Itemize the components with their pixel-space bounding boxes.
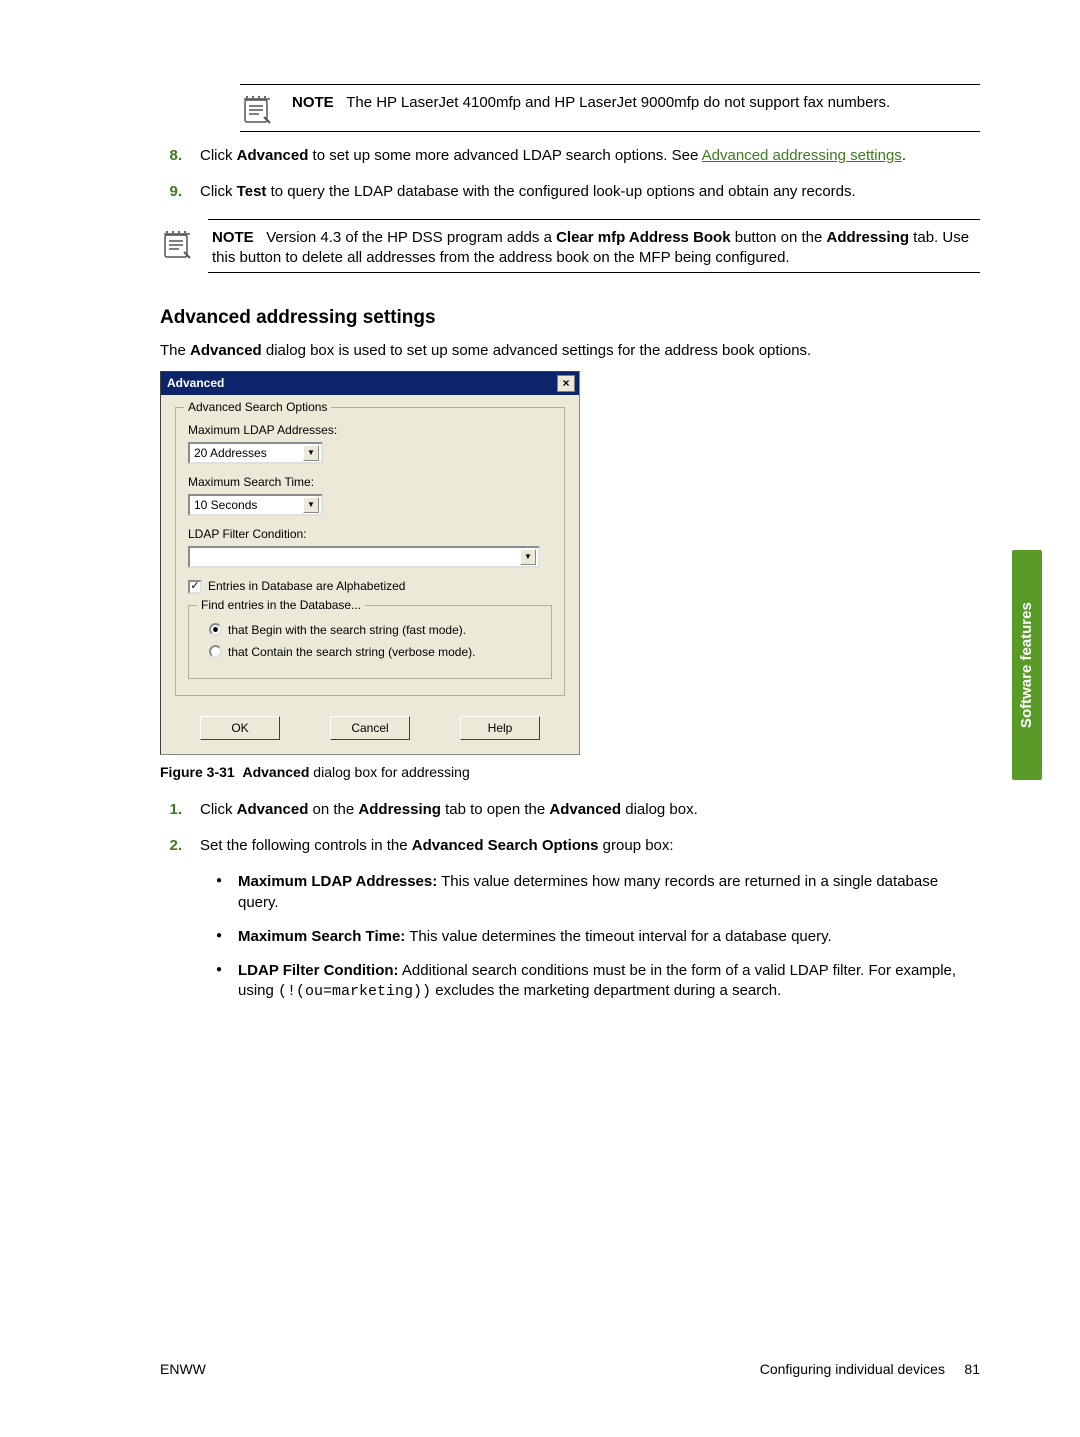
cancel-button[interactable]: Cancel <box>330 716 410 740</box>
radio-contain[interactable]: that Contain the search string (verbose … <box>201 644 539 660</box>
radio-label: that Contain the search string (verbose … <box>228 644 475 660</box>
note-block-top: NOTE The HP LaserJet 4100mfp and HP Lase… <box>240 84 980 132</box>
step-number: 9. <box>160 182 182 202</box>
numbered-steps-top: 8. Click Advanced to set up some more ad… <box>160 146 980 203</box>
dialog-buttons: OK Cancel Help <box>175 712 565 740</box>
divider <box>240 84 980 85</box>
bullet-max-time: Maximum Search Time: This value determin… <box>216 927 980 947</box>
divider <box>208 272 980 273</box>
document-page: Software features NOTE The HP LaserJet 4… <box>0 0 1080 1437</box>
footer-section: Configuring individual devices <box>760 1361 945 1377</box>
step-8: 8. Click Advanced to set up some more ad… <box>160 146 980 166</box>
divider <box>240 131 980 132</box>
note-text: The HP LaserJet 4100mfp and HP LaserJet … <box>346 94 890 111</box>
chevron-down-icon[interactable]: ▼ <box>303 445 319 461</box>
combo-max-time[interactable]: 10 Seconds ▼ <box>188 494 323 516</box>
note-label: NOTE <box>212 229 254 246</box>
page-footer: ENWW Configuring individual devices 81 <box>160 1360 980 1379</box>
radio-begin-with[interactable]: that Begin with the search string (fast … <box>201 622 539 638</box>
close-icon[interactable]: × <box>557 375 575 392</box>
figure-caption: Figure 3-31 Advanced dialog box for addr… <box>160 763 980 782</box>
page-number: 81 <box>964 1361 980 1377</box>
step-number: 8. <box>160 146 182 166</box>
bullet-filter: LDAP Filter Condition: Additional search… <box>216 961 980 1003</box>
heading-advanced-addressing: Advanced addressing settings <box>160 305 980 331</box>
label-max-time: Maximum Search Time: <box>188 474 552 490</box>
combo-filter[interactable]: ▼ <box>188 546 540 568</box>
combo-value: 20 Addresses <box>194 445 267 461</box>
note-icon <box>240 93 274 127</box>
chevron-down-icon[interactable]: ▼ <box>303 497 319 513</box>
combo-value: 10 Seconds <box>194 497 257 513</box>
radio-icon[interactable] <box>209 645 222 658</box>
checkbox-label: Entries in Database are Alphabetized <box>208 578 405 594</box>
bullet-list: Maximum LDAP Addresses: This value deter… <box>160 872 980 1002</box>
checkbox-icon[interactable]: ✓ <box>188 580 202 594</box>
step-number: 1. <box>160 800 182 820</box>
bullet-max-ldap: Maximum LDAP Addresses: This value deter… <box>216 872 980 913</box>
section-tab-label: Software features <box>1017 602 1037 728</box>
footer-left: ENWW <box>160 1360 206 1379</box>
radio-label: that Begin with the search string (fast … <box>228 622 466 638</box>
numbered-steps-bottom: 1. Click Advanced on the Addressing tab … <box>160 800 980 857</box>
label-max-ldap: Maximum LDAP Addresses: <box>188 422 552 438</box>
advanced-dialog: Advanced × Advanced Search Options Maxim… <box>160 371 580 755</box>
step-2: 2. Set the following controls in the Adv… <box>160 836 980 856</box>
group-find-entries: Find entries in the Database... that Beg… <box>188 605 552 679</box>
combo-max-ldap[interactable]: 20 Addresses ▼ <box>188 442 323 464</box>
label-filter: LDAP Filter Condition: <box>188 526 552 542</box>
note-block-mid: NOTE Version 4.3 of the HP DSS program a… <box>160 219 980 274</box>
group-legend: Find entries in the Database... <box>197 597 365 613</box>
chevron-down-icon[interactable]: ▼ <box>520 549 536 565</box>
step-1: 1. Click Advanced on the Addressing tab … <box>160 800 980 820</box>
dialog-title: Advanced <box>167 375 224 391</box>
note-icon <box>160 228 194 262</box>
dialog-titlebar[interactable]: Advanced × <box>161 372 579 395</box>
checkbox-alphabetized[interactable]: ✓ Entries in Database are Alphabetized <box>188 578 552 594</box>
section-tab-software-features: Software features <box>1012 550 1042 780</box>
divider <box>208 219 980 220</box>
code-sample: (!(ou=marketing)) <box>278 983 431 1000</box>
ok-button[interactable]: OK <box>200 716 280 740</box>
group-advanced-search-options: Advanced Search Options Maximum LDAP Add… <box>175 407 565 696</box>
intro-paragraph: The Advanced dialog box is used to set u… <box>160 341 980 361</box>
step-9: 9. Click Test to query the LDAP database… <box>160 182 980 202</box>
note-label: NOTE <box>292 94 334 111</box>
step-number: 2. <box>160 836 182 856</box>
radio-icon[interactable] <box>209 623 222 636</box>
group-legend: Advanced Search Options <box>184 399 331 415</box>
link-advanced-addressing[interactable]: Advanced addressing settings <box>702 147 902 164</box>
help-button[interactable]: Help <box>460 716 540 740</box>
